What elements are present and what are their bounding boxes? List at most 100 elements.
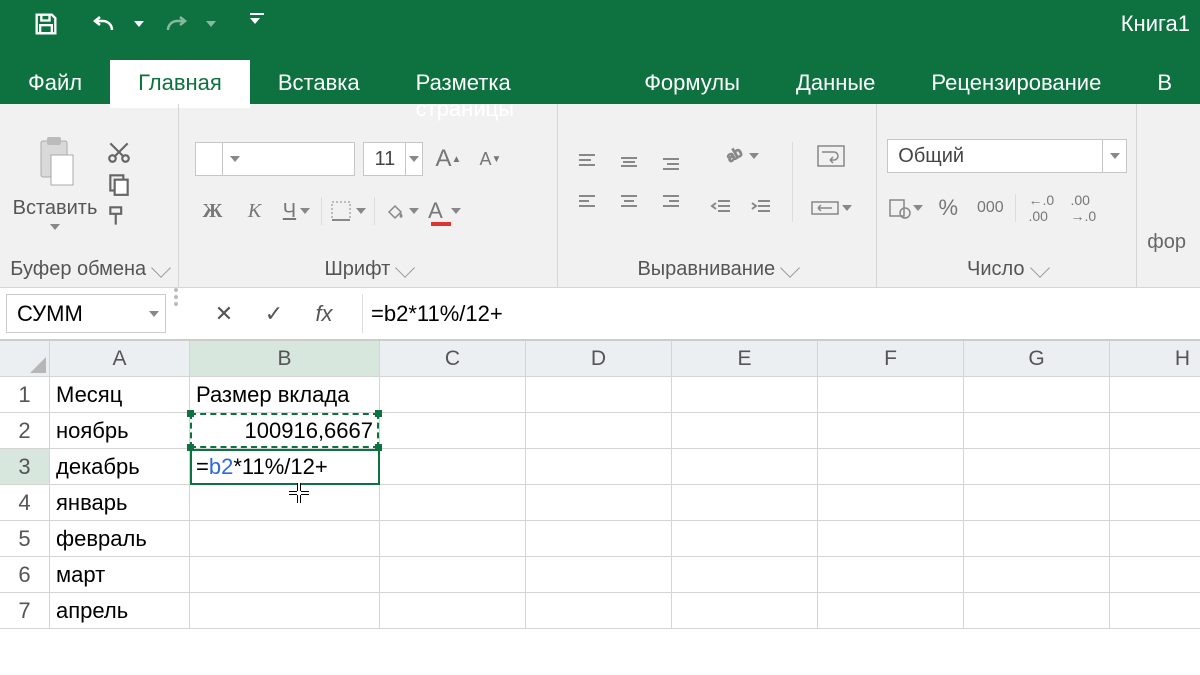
row-header-3[interactable]: 3 [0,449,50,485]
italic-button[interactable]: К [237,194,271,228]
cell-A2[interactable]: ноябрь [50,413,190,449]
save-button[interactable] [6,0,86,48]
cell-C4[interactable] [380,485,526,521]
row-header-5[interactable]: 5 [0,521,50,557]
row-header-4[interactable]: 4 [0,485,50,521]
tab-view[interactable]: В [1129,60,1200,108]
fill-color-button[interactable] [383,194,419,228]
cell-C3[interactable] [380,449,526,485]
cell-C7[interactable] [380,593,526,629]
name-box[interactable]: СУММ [6,294,166,333]
decrease-indent-button[interactable] [704,191,738,225]
cell-B4[interactable] [190,485,380,521]
row-header-7[interactable]: 7 [0,593,50,629]
wrap-text-button[interactable] [807,139,855,173]
font-launcher-icon[interactable] [395,258,415,278]
col-header-C[interactable]: C [380,341,526,377]
align-top-button[interactable] [568,145,606,179]
cell-D2[interactable] [526,413,672,449]
cell-A3[interactable]: декабрь [50,449,190,485]
select-all-corner[interactable] [0,341,50,377]
cell-E5[interactable] [672,521,818,557]
tab-formulas[interactable]: Формулы [616,60,768,108]
cancel-formula-button[interactable]: ✕ [204,294,244,334]
tab-insert[interactable]: Вставка [250,60,388,108]
formula-input[interactable]: =b2*11%/12+ [362,294,1194,333]
cell-D3[interactable] [526,449,672,485]
bold-button[interactable]: Ж [195,194,229,228]
decrease-decimal-button[interactable]: .00→.0 [1066,191,1100,225]
cell-F2[interactable] [818,413,964,449]
fx-button[interactable]: fx [304,294,344,334]
cell-G3[interactable] [964,449,1110,485]
col-header-H[interactable]: H [1110,341,1200,377]
cell-C6[interactable] [380,557,526,593]
cell-H3[interactable] [1110,449,1200,485]
cell-H6[interactable] [1110,557,1200,593]
cell-D7[interactable] [526,593,672,629]
align-left-button[interactable] [568,185,606,219]
redo-button[interactable] [158,12,230,36]
cell-F6[interactable] [818,557,964,593]
increase-font-button[interactable]: A▲ [431,142,465,176]
increase-decimal-button[interactable]: ←.0.00 [1024,191,1058,225]
cell-B1[interactable]: Размер вклада [190,377,380,413]
align-center-button[interactable] [610,185,648,219]
cell-B2[interactable]: 100916,6667 [190,413,380,449]
cell-A5[interactable]: февраль [50,521,190,557]
tab-file[interactable]: Файл [0,60,110,108]
cell-D6[interactable] [526,557,672,593]
paste-button[interactable]: Вставить [10,135,100,230]
cell-A4[interactable]: январь [50,485,190,521]
cell-E1[interactable] [672,377,818,413]
cell-F4[interactable] [818,485,964,521]
merge-center-button[interactable] [807,191,855,225]
cell-B6[interactable] [190,557,380,593]
clipboard-launcher-icon[interactable] [151,258,171,278]
row-header-6[interactable]: 6 [0,557,50,593]
cell-D1[interactable] [526,377,672,413]
cell-C5[interactable] [380,521,526,557]
cell-B7[interactable] [190,593,380,629]
font-family-combo[interactable] [195,142,355,176]
tab-home[interactable]: Главная [110,60,250,108]
cut-button[interactable] [106,139,132,165]
cell-G6[interactable] [964,557,1110,593]
row-header-2[interactable]: 2 [0,413,50,449]
qat-customize[interactable] [230,6,284,42]
cell-H2[interactable] [1110,413,1200,449]
cell-A7[interactable]: апрель [50,593,190,629]
align-right-button[interactable] [652,185,690,219]
percent-format-button[interactable]: % [931,191,965,225]
cell-A6[interactable]: март [50,557,190,593]
number-launcher-icon[interactable] [1030,258,1050,278]
format-painter-button[interactable] [106,203,132,229]
cell-H7[interactable] [1110,593,1200,629]
copy-button[interactable] [106,171,132,197]
cell-E4[interactable] [672,485,818,521]
cell-B5[interactable] [190,521,380,557]
undo-button[interactable] [86,12,158,36]
cell-D4[interactable] [526,485,672,521]
cell-H4[interactable] [1110,485,1200,521]
col-header-G[interactable]: G [964,341,1110,377]
cell-G7[interactable] [964,593,1110,629]
alignment-launcher-icon[interactable] [780,258,800,278]
cell-C2[interactable] [380,413,526,449]
cell-F3[interactable] [818,449,964,485]
cell-G2[interactable] [964,413,1110,449]
cell-A1[interactable]: Месяц [50,377,190,413]
cell-G5[interactable] [964,521,1110,557]
cell-G4[interactable] [964,485,1110,521]
col-header-D[interactable]: D [526,341,672,377]
cell-E2[interactable] [672,413,818,449]
decrease-font-button[interactable]: A▼ [473,142,507,176]
cell-F1[interactable] [818,377,964,413]
enter-formula-button[interactable]: ✓ [254,294,294,334]
comma-format-button[interactable]: 000 [973,191,1007,225]
col-header-F[interactable]: F [818,341,964,377]
align-middle-button[interactable] [610,145,648,179]
align-bottom-button[interactable] [652,145,690,179]
font-color-button[interactable]: A [427,194,461,228]
accounting-format-button[interactable] [887,191,923,225]
